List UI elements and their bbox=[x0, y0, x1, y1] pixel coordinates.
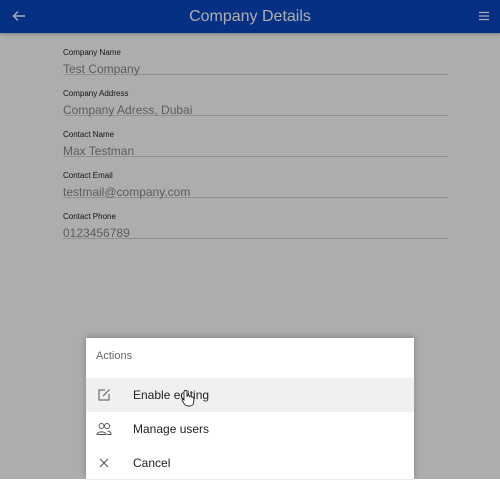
close-icon bbox=[96, 455, 112, 471]
edit-icon bbox=[96, 387, 112, 403]
actions-sheet: Actions Enable editing Manage users Canc… bbox=[86, 338, 414, 479]
cancel-action[interactable]: Cancel bbox=[86, 446, 414, 480]
enable-editing-action[interactable]: Enable editing bbox=[86, 378, 414, 412]
actions-sheet-title: Actions bbox=[96, 350, 133, 362]
action-label: Manage users bbox=[133, 422, 210, 436]
action-label: Cancel bbox=[133, 456, 171, 470]
action-label: Enable editing bbox=[133, 388, 210, 402]
hand-pointer-icon bbox=[181, 390, 195, 407]
manage-users-action[interactable]: Manage users bbox=[86, 412, 414, 446]
users-icon bbox=[96, 421, 112, 437]
